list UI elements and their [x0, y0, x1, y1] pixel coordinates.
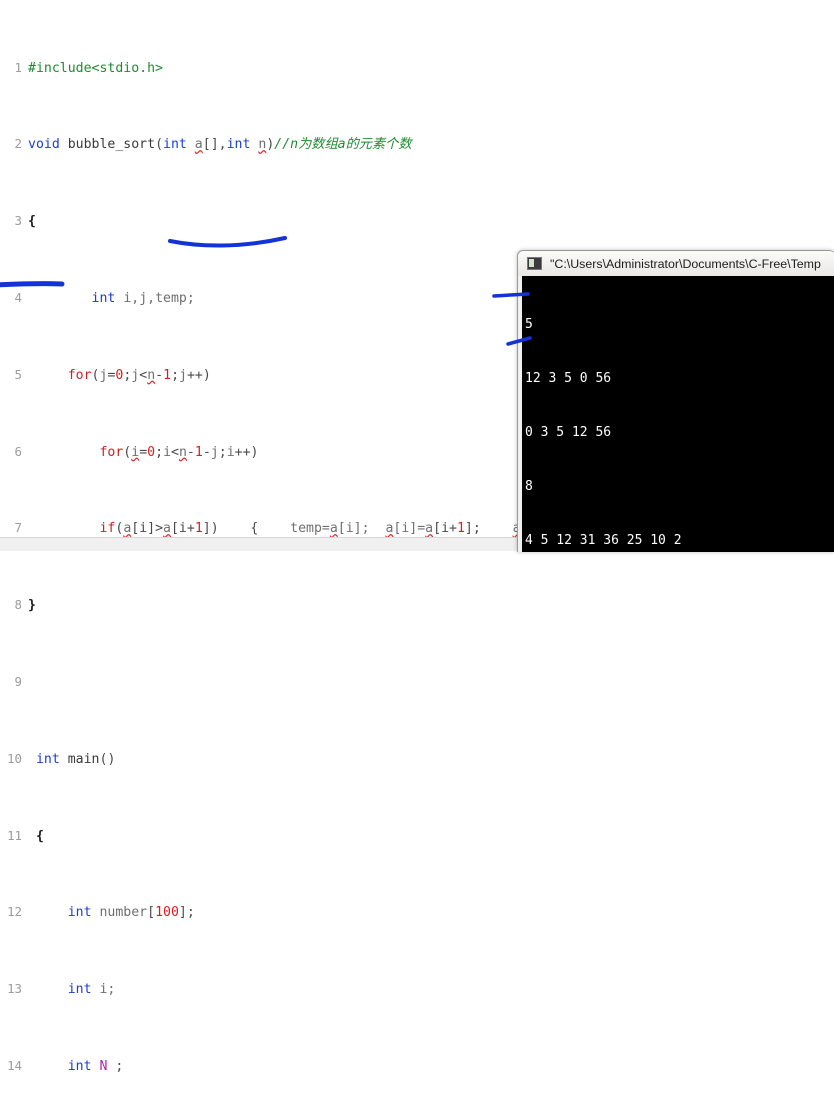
code-line[interactable]: 10 int main() [0, 749, 834, 768]
line-number: 6 [14, 443, 22, 459]
line-source: { [28, 214, 36, 230]
line-source: } [28, 598, 36, 614]
line-source: #include<stdio.h> [28, 60, 163, 76]
line-source: int number[100]; [67, 905, 195, 921]
code-line[interactable]: 3{ [0, 211, 834, 230]
line-number: 10 [7, 750, 22, 766]
code-line[interactable]: 1 #include<stdio.h> [0, 58, 834, 77]
console-title-bar[interactable]: "C:\Users\Administrator\Documents\C-Free… [518, 251, 834, 276]
line-number: 14 [7, 1057, 22, 1073]
code-line[interactable]: 2 void bubble_sort(int a[],int n)//n为数组a的… [0, 134, 834, 153]
line-source: int N ; [67, 1058, 124, 1074]
console-window[interactable]: "C:\Users\Administrator\Documents\C-Free… [517, 250, 834, 552]
line-source: int i; [67, 982, 116, 998]
line-number: 9 [14, 673, 22, 689]
line-number: 5 [14, 366, 22, 382]
line-source: int i,j,temp; [91, 291, 195, 306]
code-line[interactable]: 12 int number[100]; [0, 902, 834, 921]
line-number: 11 [7, 827, 22, 843]
code-line[interactable]: 13 int i; [0, 979, 834, 998]
line-source: for(j=0;j<n-1;j++) [67, 367, 211, 383]
line-number: 7 [14, 520, 22, 536]
console-output[interactable]: 5 12 3 5 0 56 0 3 5 12 56 8 4 5 12 31 36… [522, 276, 834, 552]
line-number: 8 [14, 597, 22, 613]
code-line[interactable]: 11 { [0, 826, 834, 845]
code-line[interactable]: 14 int N ; [0, 1056, 834, 1075]
line-number: 3 [14, 213, 22, 229]
code-line[interactable]: 8} [0, 595, 834, 614]
console-window-icon [527, 257, 542, 270]
line-number: 13 [7, 981, 22, 997]
console-output-line: 5 [525, 317, 533, 332]
line-source: int main() [35, 751, 116, 767]
line-source: void bubble_sort(int a[],int n)//n为数组a的元… [28, 137, 412, 153]
line-number: 2 [14, 136, 22, 152]
console-output-line: 4 5 12 31 36 25 10 2 [525, 533, 682, 548]
line-number: 1 [14, 59, 22, 75]
line-source: for(i=0;i<n-1-j;i++) [99, 444, 259, 460]
console-title-text: "C:\Users\Administrator\Documents\C-Free… [550, 256, 821, 271]
line-source: { [35, 828, 44, 844]
console-output-line: 0 3 5 12 56 [525, 425, 612, 440]
line-number: 12 [7, 904, 22, 920]
console-output-line: 12 3 5 0 56 [525, 371, 612, 386]
code-line[interactable]: 9 [0, 672, 834, 691]
console-output-line: 8 [525, 479, 533, 494]
line-number: 4 [14, 290, 22, 305]
